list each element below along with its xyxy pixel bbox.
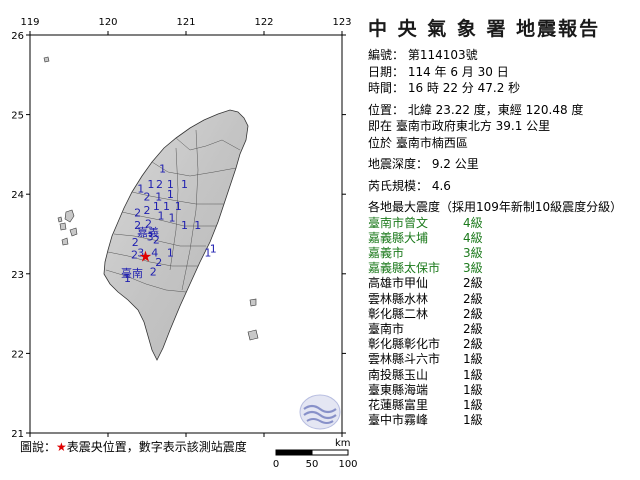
station-intensity: 2 — [131, 249, 138, 262]
intensity-level: 3級 — [463, 245, 483, 260]
station-intensity: 1 — [194, 219, 201, 232]
report-position: 位置： 北緯 23.22 度，東經 120.48 度 — [368, 102, 584, 117]
report-depth: 地震深度： 9.2 公里 — [368, 157, 479, 171]
intensity-row: 彰化縣二林 2級 — [368, 307, 636, 322]
green-island — [249, 298, 257, 307]
lon-tick-label: 119 — [20, 17, 39, 28]
scale-bar: km 0 50 100 — [273, 438, 358, 470]
intensity-row: 嘉義縣大埔 4級 — [368, 231, 636, 246]
intensity-row: 南投縣玉山 1級 — [368, 368, 636, 383]
intensity-level: 1級 — [463, 367, 483, 382]
station-intensity: 1 — [168, 211, 175, 224]
report-position-ref: 即在 臺南市政府東北方 39.1 公里 — [368, 119, 551, 133]
intensity-area: 臺中市霧峰 — [368, 413, 429, 428]
city-label-tainan: 臺南 — [121, 266, 143, 280]
scale-label-50: 50 — [306, 459, 319, 470]
intensity-level: 1級 — [463, 413, 483, 428]
earthquake-report: 中 央 氣 象 署 地震報告 編號： 第114103號 日期： 114 年 6 … — [368, 14, 636, 428]
epicenter-star-icon: ★ — [139, 247, 152, 265]
intensity-area: 雲林縣水林 — [368, 291, 429, 306]
station-intensity: 1 — [159, 163, 166, 176]
cwa-logo-icon — [299, 394, 341, 430]
lon-tick-label: 122 — [254, 17, 273, 28]
station-intensity: 1 — [158, 210, 165, 223]
station-intensity: 2 — [144, 204, 151, 217]
report-title: 中 央 氣 象 署 地震報告 — [368, 18, 601, 40]
intensity-list: 臺南市曾文 4級 嘉義縣大埔 4級 嘉義市 3級 嘉義縣太保市 3級 高雄市甲仙 2級 雲林縣水林 2… — [368, 216, 636, 429]
city-label-chiayi: 嘉義 — [137, 225, 159, 239]
intensity-level: 4級 — [463, 215, 483, 230]
intensity-level: 1級 — [463, 397, 483, 412]
station-intensity: 1 — [167, 246, 174, 259]
legend-prefix: 圖說： — [20, 440, 57, 454]
orchid-island — [247, 329, 259, 341]
intensity-level: 1級 — [463, 352, 483, 367]
matsu-island — [43, 56, 50, 63]
intensity-area: 彰化縣二林 — [368, 306, 429, 321]
report-time: 時間： 16 時 22 分 47.2 秒 — [368, 81, 521, 95]
lat-tick-label: 26 — [11, 31, 24, 42]
intensity-row: 嘉義縣太保市 3級 — [368, 261, 636, 276]
scale-label-100: 100 — [338, 459, 357, 470]
legend-star-icon: ★ — [56, 440, 67, 454]
report-magnitude: 芮氏規模： 4.6 — [368, 178, 451, 193]
intensity-area: 彰化縣彰化市 — [368, 337, 441, 352]
intensity-row: 臺東縣海端 1級 — [368, 383, 636, 398]
intensity-row: 臺南市曾文 4級 — [368, 216, 636, 231]
intensity-row: 彰化縣彰化市 2級 — [368, 337, 636, 352]
lon-tick-label: 121 — [176, 17, 195, 28]
report-located-in: 位於 臺南市楠西區 — [368, 135, 468, 150]
station-intensity: 2 — [144, 191, 151, 204]
intensity-row: 花蓮縣富里 1級 — [368, 398, 636, 413]
station-intensity: 1 — [147, 178, 154, 191]
station-intensity: 2 — [150, 265, 157, 278]
intensity-level: 4級 — [463, 230, 483, 245]
lon-tick-label: 123 — [332, 17, 351, 28]
station-intensity: 2 — [134, 206, 141, 219]
intensity-area: 嘉義市 — [368, 245, 405, 260]
scale-unit: km — [335, 438, 351, 449]
intensity-level: 2級 — [463, 337, 483, 352]
intensity-row: 臺中市霧峰 1級 — [368, 413, 636, 428]
intensity-level: 2級 — [463, 276, 483, 291]
intensity-area: 嘉義縣大埔 — [368, 230, 429, 245]
legend-text: 表震央位置，數字表示該測站震度 — [66, 440, 247, 454]
lat-tick-label: 25 — [11, 111, 24, 122]
intensity-area: 雲林縣斗六市 — [368, 352, 441, 367]
lon-tick-label: 120 — [98, 17, 117, 28]
intensity-area: 臺南市 — [368, 321, 405, 336]
intensity-row: 雲林縣斗六市 1級 — [368, 352, 636, 367]
lat-tick-label: 22 — [11, 349, 24, 360]
intensity-level: 2級 — [463, 291, 483, 306]
intensity-area: 臺南市曾文 — [368, 215, 429, 230]
intensity-level: 2級 — [463, 321, 483, 336]
intensity-area: 南投縣玉山 — [368, 367, 429, 382]
station-intensity: 2 — [156, 178, 163, 191]
station-intensity: 1 — [181, 219, 188, 232]
scale-label-0: 0 — [273, 459, 279, 470]
intensity-area: 高雄市甲仙 — [368, 276, 429, 291]
report-date: 日期： 114 年 6 月 30 日 — [368, 64, 509, 79]
station-intensity: 1 — [181, 178, 188, 191]
intensity-level: 1級 — [463, 382, 483, 397]
intensity-level: 2級 — [463, 306, 483, 321]
intensity-level: 3級 — [463, 261, 483, 276]
station-intensity: 1 — [175, 200, 182, 213]
intensity-header: 各地最大震度（採用109年新制10級震度分級） — [368, 200, 623, 214]
map-legend: 圖說：★表震央位置，數字表示該測站震度 — [20, 438, 247, 455]
lat-tick-label: 24 — [11, 190, 24, 201]
intensity-row: 高雄市甲仙 2級 — [368, 276, 636, 291]
intensity-area: 花蓮縣富里 — [368, 397, 429, 412]
intensity-row: 雲林縣水林 2級 — [368, 292, 636, 307]
intensity-area: 嘉義縣太保市 — [368, 261, 441, 276]
intensity-area: 臺東縣海端 — [368, 382, 429, 397]
report-number: 編號： 第114103號 — [368, 48, 478, 62]
lat-tick-label: 23 — [11, 270, 24, 281]
station-intensity: 1 — [210, 242, 217, 255]
intensity-row: 臺南市 2級 — [368, 322, 636, 337]
intensity-row: 嘉義市 3級 — [368, 246, 636, 261]
